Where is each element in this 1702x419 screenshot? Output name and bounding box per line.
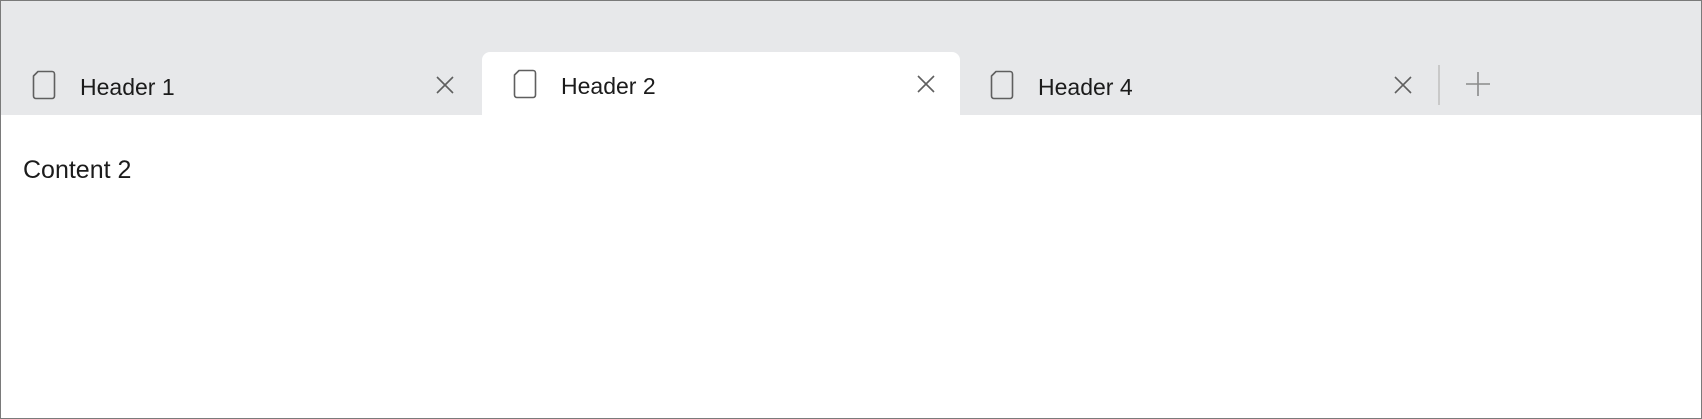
tab-header-4[interactable]: Header 4 [959, 53, 1437, 115]
tab-content-panel: Content 2 [1, 115, 1701, 418]
content-text: Content 2 [23, 156, 132, 184]
tab-label: Header 2 [561, 73, 656, 99]
tab-view-window: Header 1 Header 2 Header 4 Content 2 [0, 0, 1702, 419]
document-icon [32, 70, 56, 100]
tab-label: Header 4 [1038, 74, 1133, 100]
close-icon[interactable] [433, 73, 457, 97]
document-icon [513, 69, 537, 99]
tab-divider [1438, 65, 1440, 105]
tab-label: Header 1 [80, 74, 175, 100]
tab-strip: Header 1 Header 2 Header 4 [1, 1, 1701, 116]
close-icon[interactable] [1391, 73, 1415, 97]
document-icon [990, 70, 1014, 100]
tab-header-1[interactable]: Header 1 [1, 53, 479, 115]
plus-icon[interactable] [1463, 69, 1493, 99]
tab-header-2[interactable]: Header 2 [482, 52, 960, 116]
close-icon[interactable] [914, 72, 938, 96]
